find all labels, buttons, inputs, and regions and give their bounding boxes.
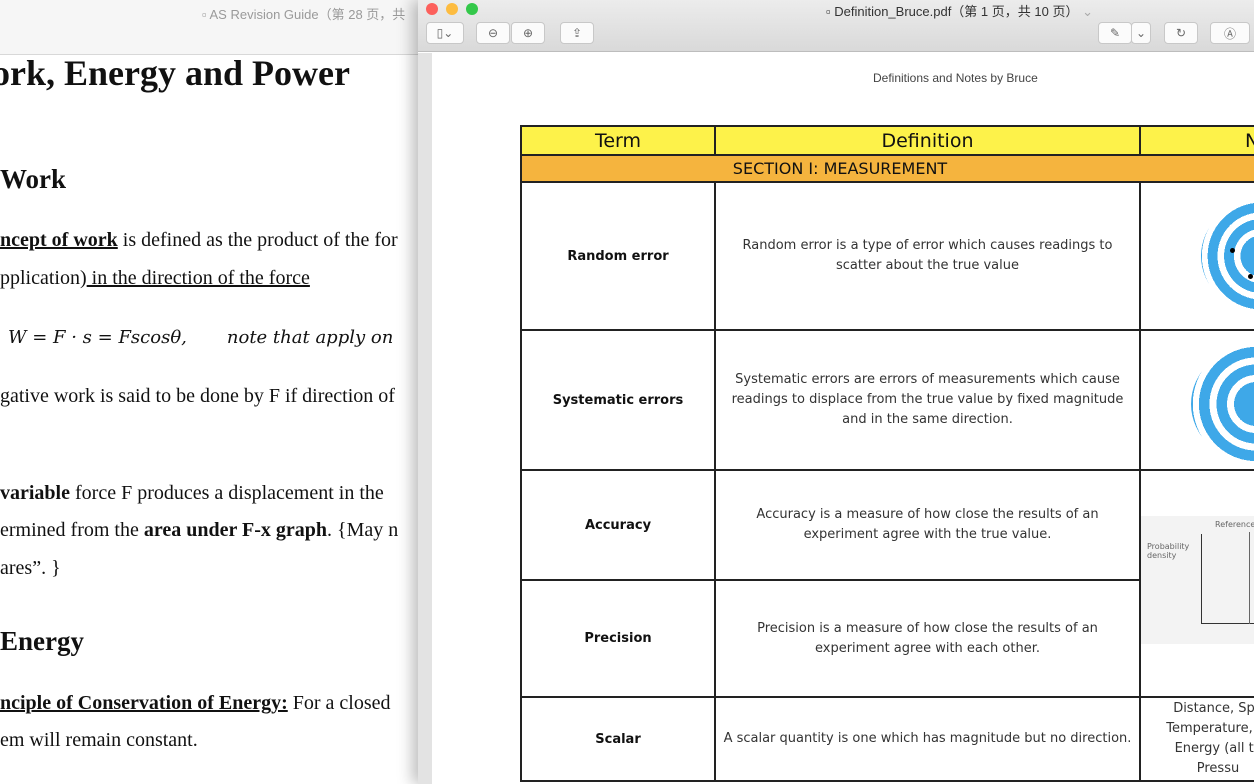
term-cell: Scalar (520, 696, 716, 782)
text-line: ares”. } (0, 557, 61, 579)
section-heading-energy: Energy (0, 626, 84, 656)
table-row: Scalar A scalar quantity is one which ha… (520, 696, 1254, 782)
target-scatter-image (1142, 186, 1254, 326)
notes-cell (1139, 181, 1254, 331)
section-heading-work: Work (0, 164, 67, 194)
markup-pen-button[interactable]: ✎ (1098, 22, 1132, 44)
term-cell: Precision (520, 579, 716, 698)
text-line: ermined from the area under F-x graph. {… (0, 519, 399, 541)
definition-cell: Random error is a type of error which ca… (714, 181, 1141, 331)
term-cell: Systematic errors (520, 329, 716, 471)
markup-menu-button[interactable]: ⌄ (1131, 22, 1151, 44)
header-term: Term (520, 125, 716, 156)
title-bar: ▫ AS Revision Guide（第 28 页，共 (0, 0, 420, 55)
definition-cell: A scalar quantity is one which has magni… (714, 696, 1141, 782)
annotate-button[interactable]: Ⓐ (1210, 22, 1250, 44)
table-row: Accuracy Accuracy is a measure of how cl… (520, 469, 1254, 698)
definitions-table: Term Definition N SECTION I: MEASUREMENT R… (520, 125, 1254, 782)
definition-cell: Systematic errors are errors of measurem… (714, 329, 1141, 471)
header-notes: N (1139, 125, 1254, 156)
rotate-button[interactable]: ↻ (1164, 22, 1198, 44)
window-title: ▫ Definition_Bruce.pdf（第 1 页，共 10 页） ⌄ (826, 4, 1093, 19)
page-header: Definitions and Notes by Bruce (873, 71, 1038, 85)
text-line: variable force F produces a displacement… (0, 482, 384, 504)
text-line: pplication) in the direction of the forc… (0, 267, 310, 289)
text-line: gative work is said to be done by F if d… (0, 385, 395, 407)
term-cell: Accuracy (520, 469, 716, 581)
window-title: ▫ AS Revision Guide（第 28 页，共 (202, 7, 406, 22)
title-bar: ▫ Definition_Bruce.pdf（第 1 页，共 10 页） ⌄ ▯… (418, 0, 1254, 52)
target-systematic-image (1142, 335, 1254, 465)
notes-cell (1139, 329, 1254, 471)
text-line: nciple of Conservation of Energy: For a … (0, 692, 391, 714)
zoom-button[interactable] (466, 3, 478, 15)
table-row: Systematic errors Systematic errors are … (520, 329, 1254, 471)
share-button[interactable]: ⇪ (560, 22, 594, 44)
close-button[interactable] (426, 3, 438, 15)
header-definition: Definition (714, 125, 1141, 156)
text-line: em will remain constant. (0, 729, 198, 751)
definition-cell: Accuracy is a measure of how close the r… (714, 469, 1141, 581)
term-cell: Random error (520, 181, 716, 331)
notes-cell: Probability density Reference (1139, 469, 1254, 698)
notes-cell: Distance, Spe Temperature, W Energy (all… (1139, 696, 1254, 782)
revision-guide-window: ▫ AS Revision Guide（第 28 页，共 ork, Energy… (0, 0, 420, 784)
page-gutter (418, 53, 432, 784)
formula: W = F · s = Fscosθ, note that apply on (8, 327, 394, 348)
preview-window: ▫ Definition_Bruce.pdf（第 1 页，共 10 页） ⌄ ▯… (418, 0, 1254, 784)
section-row: SECTION I: MEASUREMENT (520, 154, 1254, 183)
probability-density-graph: Probability density Reference (1142, 474, 1254, 694)
table-row: Random error Random error is a type of e… (520, 181, 1254, 331)
text-line: ncept of work is defined as the product … (0, 229, 398, 251)
page-heading: ork, Energy and Power (0, 53, 350, 93)
definition-cell: Precision is a measure of how close the … (714, 579, 1141, 698)
sidebar-toggle-button[interactable]: ▯⌄ (426, 22, 464, 44)
minimize-button[interactable] (446, 3, 458, 15)
zoom-out-button[interactable]: ⊖ (476, 22, 510, 44)
zoom-in-button[interactable]: ⊕ (511, 22, 545, 44)
